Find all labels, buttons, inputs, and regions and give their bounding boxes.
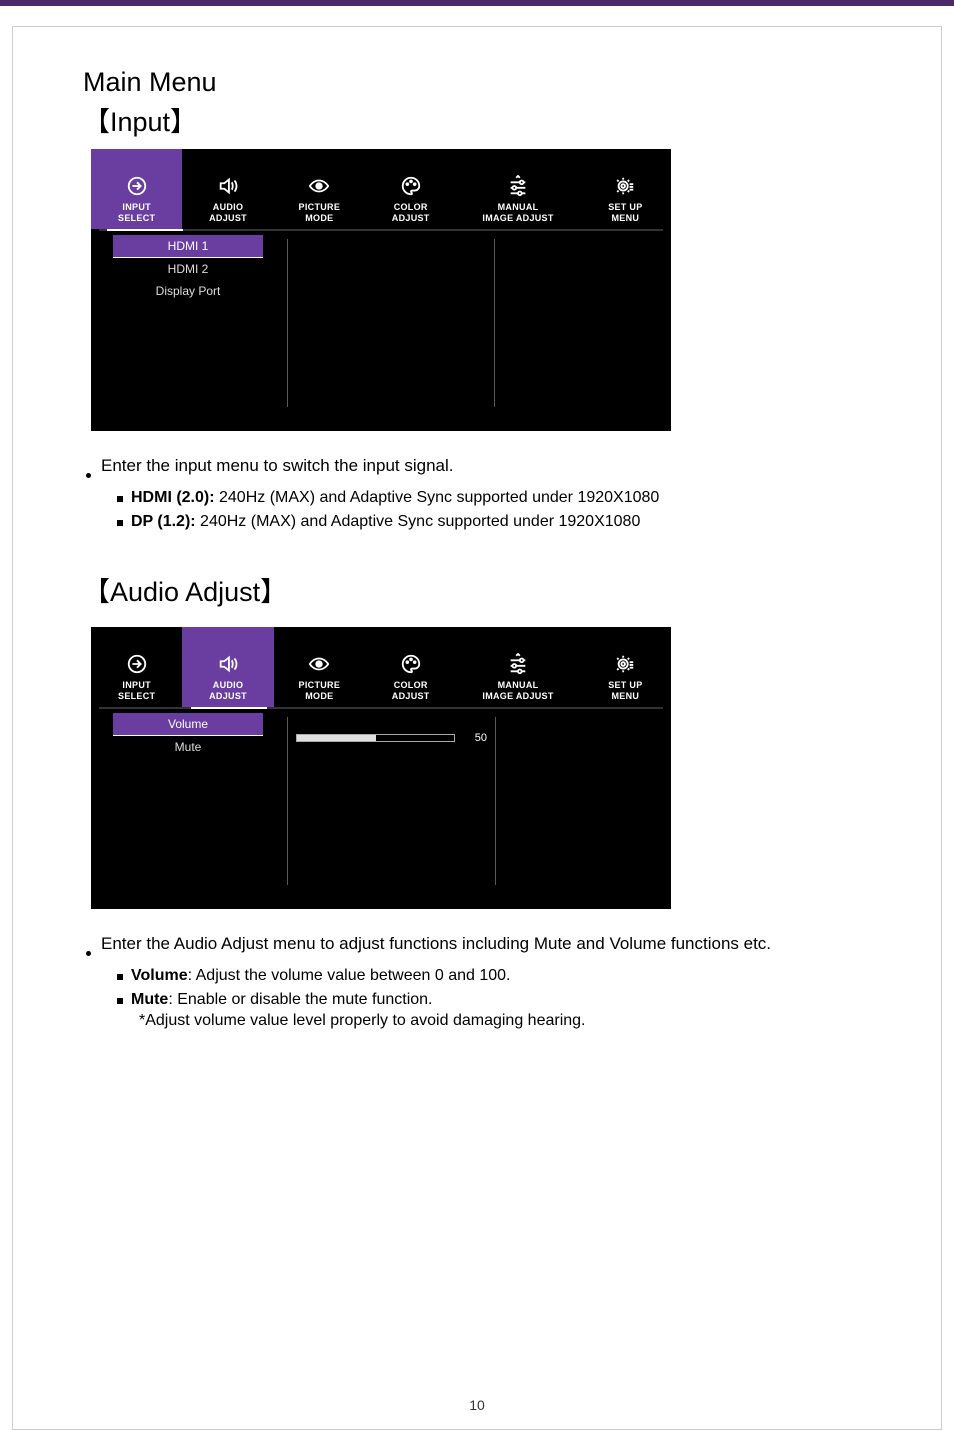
tab-picture-mode[interactable]: PICTURE MODE xyxy=(274,627,365,707)
tab-label: INPUT SELECT xyxy=(118,202,155,223)
notes-input: Enter the input menu to switch the input… xyxy=(83,455,881,532)
heading-main: Main Menu xyxy=(83,67,881,98)
menu-list: HDMI 1 HDMI 2 Display Port xyxy=(97,231,287,417)
palette-icon xyxy=(397,652,425,676)
tab-input-select[interactable]: INPUT SELECT xyxy=(91,627,182,707)
menu-list: Volume Mute xyxy=(97,709,287,895)
tab-label: COLOR ADJUST xyxy=(392,202,430,223)
note-dp: DP (1.2): 240Hz (MAX) and Adaptive Sync … xyxy=(131,511,640,533)
arrow-in-icon xyxy=(123,652,151,676)
heading-audio-adjust: 【Audio Adjust】 xyxy=(83,570,881,609)
osd-input-select: INPUT SELECT AUDIO ADJUST PICTURE MODE C… xyxy=(91,149,671,431)
gear-icon xyxy=(611,652,639,676)
eye-icon xyxy=(305,652,333,676)
note-star: *Adjust volume value level properly to a… xyxy=(139,1010,881,1032)
note-hdmi: HDMI (2.0): 240Hz (MAX) and Adaptive Syn… xyxy=(131,487,659,509)
menu-item-displayport[interactable]: Display Port xyxy=(113,280,263,302)
osd-body: Volume Mute 50 xyxy=(91,709,671,909)
tab-label: MANUAL IMAGE ADJUST xyxy=(482,202,553,223)
right-pane xyxy=(495,231,665,417)
tab-underline xyxy=(99,707,663,709)
right-pane xyxy=(495,717,665,885)
arrow-in-icon xyxy=(123,174,151,198)
tab-label: AUDIO ADJUST xyxy=(209,202,247,223)
speaker-icon xyxy=(214,174,242,198)
volume-slider[interactable] xyxy=(296,734,455,742)
note-volume: Volume: Adjust the volume value between … xyxy=(131,965,511,987)
menu-item-mute[interactable]: Mute xyxy=(113,736,263,758)
osd-body: HDMI 1 HDMI 2 Display Port xyxy=(91,231,671,431)
note-mute: Mute: Enable or disable the mute functio… xyxy=(131,989,433,1011)
note-main-text: Enter the input menu to switch the input… xyxy=(101,455,453,485)
tab-audio-adjust[interactable]: AUDIO ADJUST xyxy=(182,149,273,229)
middle-pane xyxy=(287,239,495,407)
tab-picture-mode[interactable]: PICTURE MODE xyxy=(274,149,365,229)
sliders-icon xyxy=(504,652,532,676)
heading-input: 【Input】 xyxy=(83,100,881,139)
volume-value: 50 xyxy=(463,732,487,744)
eye-icon xyxy=(305,174,333,198)
tab-setup-menu[interactable]: SET UP MENU xyxy=(580,149,671,229)
middle-pane: 50 xyxy=(287,717,495,885)
tab-setup-menu[interactable]: SET UP MENU xyxy=(580,627,671,707)
palette-icon xyxy=(397,174,425,198)
tab-label: AUDIO ADJUST xyxy=(209,680,247,701)
bullet-icon xyxy=(83,933,93,963)
square-icon xyxy=(117,511,123,533)
speaker-icon xyxy=(214,652,242,676)
menu-item-hdmi1[interactable]: HDMI 1 xyxy=(113,235,263,258)
tab-manual-image-adjust[interactable]: MANUAL IMAGE ADJUST xyxy=(456,149,579,229)
square-icon xyxy=(117,989,123,1011)
page-number: 10 xyxy=(13,1397,941,1413)
tab-audio-adjust[interactable]: AUDIO ADJUST xyxy=(182,627,273,707)
osd-audio-adjust: INPUT SELECT AUDIO ADJUST PICTURE MODE C… xyxy=(91,627,671,909)
tab-underline xyxy=(99,229,663,231)
gear-icon xyxy=(611,174,639,198)
tab-label: SET UP MENU xyxy=(608,680,642,701)
volume-slider-fill xyxy=(297,735,376,741)
tab-label: PICTURE MODE xyxy=(299,680,341,701)
sliders-icon xyxy=(504,174,532,198)
tab-label: COLOR ADJUST xyxy=(392,680,430,701)
tab-label: INPUT SELECT xyxy=(118,680,155,701)
tab-input-select[interactable]: INPUT SELECT xyxy=(91,149,182,229)
tab-label: SET UP MENU xyxy=(608,202,642,223)
square-icon xyxy=(117,487,123,509)
notes-audio: Enter the Audio Adjust menu to adjust fu… xyxy=(83,933,881,1032)
note-main-text: Enter the Audio Adjust menu to adjust fu… xyxy=(101,933,771,963)
tab-label: PICTURE MODE xyxy=(299,202,341,223)
menu-item-volume[interactable]: Volume xyxy=(113,713,263,736)
bullet-icon xyxy=(83,455,93,485)
menu-item-hdmi2[interactable]: HDMI 2 xyxy=(113,258,263,280)
square-icon xyxy=(117,965,123,987)
tab-manual-image-adjust[interactable]: MANUAL IMAGE ADJUST xyxy=(456,627,579,707)
osd-tabs: INPUT SELECT AUDIO ADJUST PICTURE MODE C… xyxy=(91,149,671,229)
tab-color-adjust[interactable]: COLOR ADJUST xyxy=(365,627,456,707)
tab-label: MANUAL IMAGE ADJUST xyxy=(482,680,553,701)
osd-tabs: INPUT SELECT AUDIO ADJUST PICTURE MODE C… xyxy=(91,627,671,707)
manual-page: Main Menu 【Input】 INPUT SELECT AUDIO ADJ… xyxy=(12,26,942,1430)
volume-slider-row: 50 xyxy=(296,727,487,749)
tab-color-adjust[interactable]: COLOR ADJUST xyxy=(365,149,456,229)
